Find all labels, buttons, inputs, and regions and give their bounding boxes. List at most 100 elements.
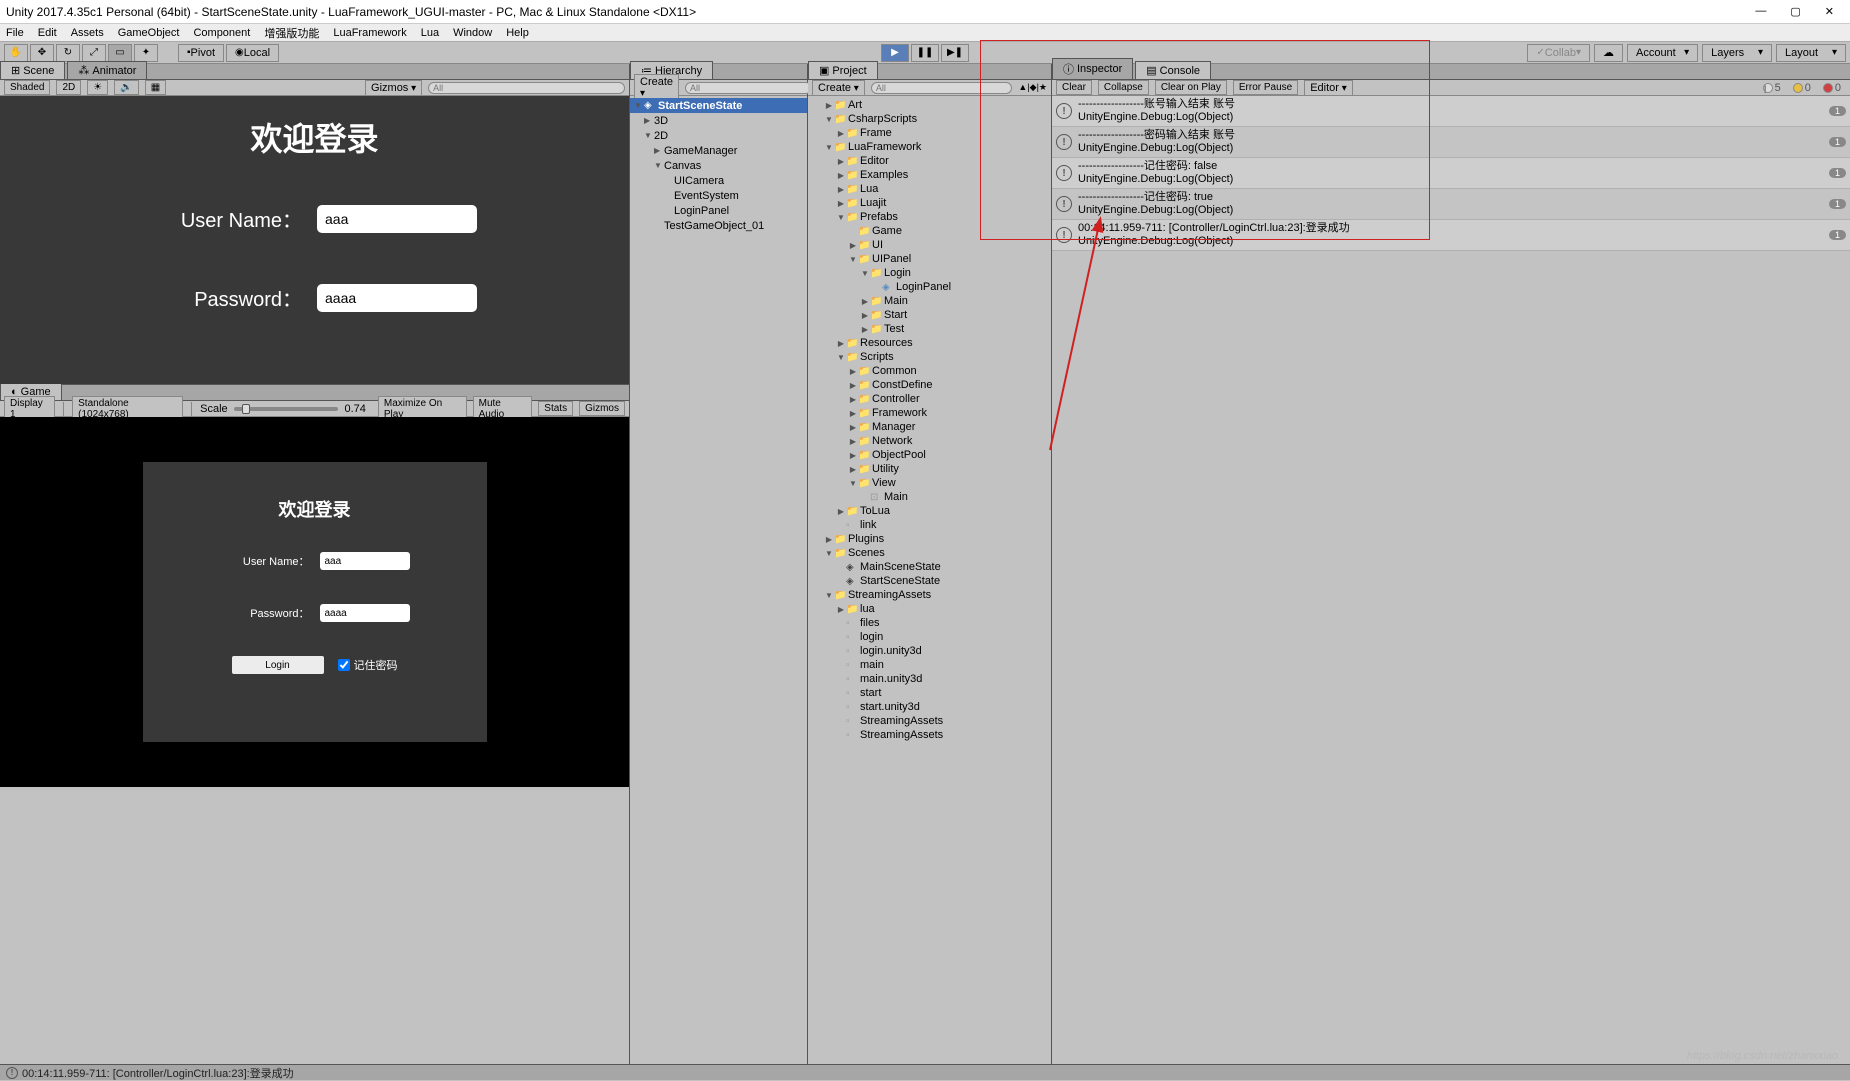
- menu-gameobject[interactable]: GameObject: [118, 27, 180, 39]
- username-input-small[interactable]: [320, 552, 410, 570]
- hierarchy-search[interactable]: [685, 82, 812, 94]
- remember-checkbox[interactable]: 记住密码: [338, 657, 398, 673]
- project-item[interactable]: ▶📁UI: [808, 238, 1051, 252]
- menu-lua[interactable]: Lua: [421, 27, 439, 39]
- project-item[interactable]: ▫link: [808, 518, 1051, 532]
- project-item[interactable]: ▶📁Editor: [808, 154, 1051, 168]
- project-item[interactable]: ▶📁Resources: [808, 336, 1051, 350]
- project-search[interactable]: [871, 82, 1013, 94]
- project-item[interactable]: ▶📁Art: [808, 98, 1051, 112]
- project-item[interactable]: ▶📁Main: [808, 294, 1051, 308]
- scale-slider[interactable]: [234, 407, 339, 411]
- project-item[interactable]: ◈MainSceneState: [808, 560, 1051, 574]
- hierarchy-item[interactable]: ▶GameManager: [630, 143, 807, 158]
- info-count-badge[interactable]: !5: [1758, 82, 1786, 94]
- project-item[interactable]: ▶📁Manager: [808, 420, 1051, 434]
- error-count-badge[interactable]: 0: [1818, 82, 1846, 94]
- password-input[interactable]: [317, 284, 477, 312]
- console-collapse-toggle[interactable]: Collapse: [1098, 80, 1149, 95]
- remember-checkbox-input[interactable]: [338, 659, 350, 671]
- close-icon[interactable]: ✕: [1825, 5, 1834, 18]
- project-item[interactable]: ▶📁Lua: [808, 182, 1051, 196]
- project-item[interactable]: ▶📁Frame: [808, 126, 1051, 140]
- tab-animator[interactable]: ⁂Animator: [67, 61, 147, 79]
- menu-assets[interactable]: Assets: [71, 27, 104, 39]
- menu-luaframework[interactable]: LuaFramework: [333, 27, 406, 39]
- project-item[interactable]: ▫files: [808, 616, 1051, 630]
- project-item[interactable]: ▶📁ToLua: [808, 504, 1051, 518]
- menu-edit[interactable]: Edit: [38, 27, 57, 39]
- hierarchy-item[interactable]: ▼Canvas: [630, 158, 807, 173]
- scale-tool-icon[interactable]: ⤢: [82, 44, 106, 62]
- project-item[interactable]: ▼📁Scenes: [808, 546, 1051, 560]
- audio-toggle[interactable]: 🔊: [114, 80, 138, 95]
- console-list[interactable]: !------------------账号输入结束 账号UnityEngine.…: [1052, 96, 1850, 580]
- login-button[interactable]: Login: [232, 656, 324, 674]
- project-item[interactable]: ▼📁Scripts: [808, 350, 1051, 364]
- project-item[interactable]: ▶📁Controller: [808, 392, 1051, 406]
- fx-toggle[interactable]: ▦: [145, 80, 166, 95]
- project-item[interactable]: ▫main: [808, 658, 1051, 672]
- project-item[interactable]: ▼📁LuaFramework: [808, 140, 1051, 154]
- collab-dropdown[interactable]: ✓ Collab ▾: [1527, 44, 1590, 62]
- 2d-toggle[interactable]: 2D: [56, 80, 81, 95]
- transform-tool-icon[interactable]: ✦: [134, 44, 158, 62]
- project-item[interactable]: ▫StreamingAssets: [808, 714, 1051, 728]
- hierarchy-item[interactable]: LoginPanel: [630, 203, 807, 218]
- hand-tool-icon[interactable]: ✋: [4, 44, 28, 62]
- account-dropdown[interactable]: Account ▾: [1627, 44, 1698, 62]
- project-item[interactable]: ▶📁ConstDefine: [808, 378, 1051, 392]
- console-log-entry[interactable]: !00:14:11.959-711: [Controller/LoginCtrl…: [1052, 220, 1850, 251]
- move-tool-icon[interactable]: ✥: [30, 44, 54, 62]
- project-item[interactable]: ▶📁ObjectPool: [808, 448, 1051, 462]
- console-log-entry[interactable]: !------------------账号输入结束 账号UnityEngine.…: [1052, 96, 1850, 127]
- project-item[interactable]: ▶📁Test: [808, 322, 1051, 336]
- project-item[interactable]: ▫main.unity3d: [808, 672, 1051, 686]
- tab-inspector[interactable]: ⓘInspector: [1052, 58, 1133, 79]
- hierarchy-item[interactable]: ▼◈StartSceneState: [630, 98, 807, 113]
- console-errorpause-toggle[interactable]: Error Pause: [1233, 80, 1298, 95]
- layout-dropdown[interactable]: Layout ▾: [1776, 44, 1846, 62]
- rotate-tool-icon[interactable]: ↻: [56, 44, 80, 62]
- step-button[interactable]: ▶❚: [941, 44, 969, 62]
- game-viewport[interactable]: 欢迎登录 User Name： Password： Login 记住密码: [0, 417, 629, 787]
- project-item[interactable]: ⊡Main: [808, 490, 1051, 504]
- tab-project[interactable]: ▣Project: [808, 61, 878, 79]
- maximize-icon[interactable]: ▢: [1790, 5, 1800, 18]
- project-item[interactable]: ▶📁Framework: [808, 406, 1051, 420]
- cloud-button[interactable]: ☁: [1594, 44, 1623, 62]
- project-item[interactable]: ▫login.unity3d: [808, 644, 1051, 658]
- tab-console[interactable]: ▤Console: [1135, 61, 1211, 79]
- project-item[interactable]: ▶📁lua: [808, 602, 1051, 616]
- play-button[interactable]: ▶: [881, 44, 909, 62]
- rect-tool-icon[interactable]: ▭: [108, 44, 132, 62]
- project-item[interactable]: ▶📁Luajit: [808, 196, 1051, 210]
- tab-scene[interactable]: ⊞Scene: [0, 61, 65, 79]
- project-item[interactable]: ▶📁Utility: [808, 462, 1051, 476]
- scene-search[interactable]: [428, 82, 625, 94]
- project-item[interactable]: ▶📁Start: [808, 308, 1051, 322]
- warn-count-badge[interactable]: 0: [1788, 82, 1816, 94]
- menu-enhanced[interactable]: 增强版功能: [264, 25, 319, 41]
- pivot-toggle[interactable]: ▪ Pivot: [178, 44, 224, 62]
- hierarchy-item[interactable]: ▶3D: [630, 113, 807, 128]
- shaded-dropdown[interactable]: Shaded: [4, 80, 50, 95]
- filter-icon[interactable]: ▲|◆|★: [1018, 82, 1047, 93]
- layers-dropdown[interactable]: Layers ▾: [1702, 44, 1772, 62]
- project-item[interactable]: ▼📁StreamingAssets: [808, 588, 1051, 602]
- hierarchy-item[interactable]: ▼2D: [630, 128, 807, 143]
- project-item[interactable]: 📁Game: [808, 224, 1051, 238]
- menu-help[interactable]: Help: [506, 27, 529, 39]
- project-create-dropdown[interactable]: Create ▾: [812, 80, 865, 96]
- hierarchy-item[interactable]: UICamera: [630, 173, 807, 188]
- project-item[interactable]: ▼📁View: [808, 476, 1051, 490]
- project-item[interactable]: ◈StartSceneState: [808, 574, 1051, 588]
- menu-file[interactable]: File: [6, 27, 24, 39]
- project-item[interactable]: ▫login: [808, 630, 1051, 644]
- console-clearonplay-toggle[interactable]: Clear on Play: [1155, 80, 1227, 95]
- project-item[interactable]: ▼📁CsharpScripts: [808, 112, 1051, 126]
- minimize-icon[interactable]: —: [1755, 5, 1766, 18]
- console-log-entry[interactable]: !------------------密码输入结束 账号UnityEngine.…: [1052, 127, 1850, 158]
- project-item[interactable]: ▫StreamingAssets: [808, 728, 1051, 742]
- menu-component[interactable]: Component: [193, 27, 250, 39]
